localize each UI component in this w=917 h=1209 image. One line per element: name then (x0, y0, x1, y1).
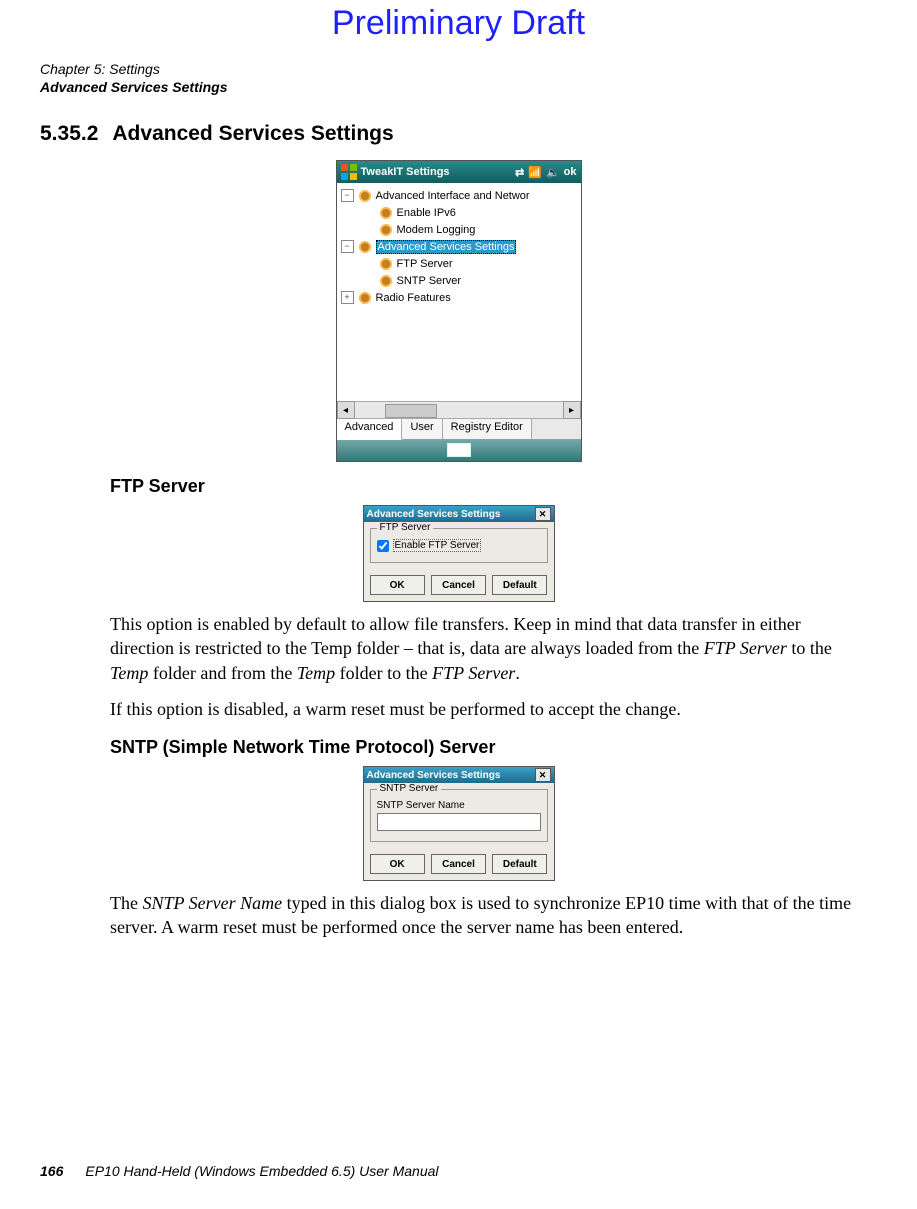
enable-ftp-label: Enable FTP Server (393, 539, 482, 552)
section-number: 5.35.2 (40, 122, 112, 145)
page-footer: 166EP10 Hand-Held (Windows Embedded 6.5)… (40, 1163, 439, 1179)
ftp-paragraph-1: This option is enabled by default to all… (0, 606, 917, 691)
chapter-line-1: Chapter 5: Settings (40, 61, 917, 79)
ftp-dialog: Advanced Services Settings ✕ FTP Server … (363, 505, 555, 602)
ftp-paragraph-2: If this option is disabled, a warm reset… (0, 691, 917, 727)
enable-ftp-checkbox[interactable] (377, 540, 389, 552)
volume-icon: 🔈 (546, 166, 560, 179)
sntp-fieldset: SNTP Server SNTP Server Name (370, 789, 548, 842)
tweakit-title-text: TweakIT Settings (361, 166, 450, 178)
sntp-field-label: SNTP Server Name (377, 800, 541, 811)
sntp-server-name-input[interactable] (377, 813, 541, 831)
ok-button[interactable]: ok (564, 166, 577, 178)
gear-icon (358, 189, 372, 203)
sntp-dialog: Advanced Services Settings ✕ SNTP Server… (363, 766, 555, 881)
windows-logo-icon (341, 164, 357, 180)
ftp-fieldset: FTP Server Enable FTP Server (370, 528, 548, 563)
preliminary-draft-watermark: Preliminary Draft (0, 0, 917, 43)
section-heading: 5.35.2Advanced Services Settings (0, 96, 917, 152)
tweakit-titlebar: TweakIT Settings ⇄ 📶 🔈 ok (337, 161, 581, 183)
default-button[interactable]: Default (492, 575, 547, 595)
sntp-heading: SNTP (Simple Network Time Protocol) Serv… (0, 727, 917, 762)
horizontal-scrollbar[interactable]: ◂ ▸ (337, 401, 581, 418)
cancel-button[interactable]: Cancel (431, 575, 486, 595)
gear-icon (379, 257, 393, 271)
tab-strip: Advanced User Registry Editor (337, 418, 581, 439)
sntp-paragraph: The SNTP Server Name typed in this dialo… (0, 885, 917, 946)
tree-item-adv-interface[interactable]: − Advanced Interface and Networ (339, 187, 579, 204)
sip-bar[interactable] (337, 439, 581, 461)
expand-icon[interactable]: + (341, 291, 354, 304)
signal-icon: ⇄ (515, 166, 524, 179)
gear-icon (358, 291, 372, 305)
scroll-right-button[interactable]: ▸ (563, 401, 581, 419)
ftp-heading: FTP Server (0, 466, 917, 501)
tree-item-adv-services[interactable]: − Advanced Services Settings (339, 238, 579, 255)
keyboard-icon[interactable] (447, 443, 471, 457)
tree-view[interactable]: − Advanced Interface and Networ Enable I… (337, 183, 581, 401)
page-number: 166 (40, 1163, 85, 1179)
gear-icon (379, 223, 393, 237)
tree-item-radio[interactable]: + Radio Features (339, 289, 579, 306)
ftp-dialog-title-text: Advanced Services Settings (367, 509, 501, 520)
scroll-thumb[interactable] (385, 404, 437, 418)
collapse-icon[interactable]: − (341, 189, 354, 202)
manual-title: EP10 Hand-Held (Windows Embedded 6.5) Us… (85, 1163, 438, 1179)
sntp-legend: SNTP Server (377, 783, 442, 794)
tree-item-ftp[interactable]: FTP Server (339, 255, 579, 272)
cancel-button[interactable]: Cancel (431, 854, 486, 874)
gear-icon (379, 274, 393, 288)
ok-button[interactable]: OK (370, 854, 425, 874)
collapse-icon[interactable]: − (341, 240, 354, 253)
ok-button[interactable]: OK (370, 575, 425, 595)
scroll-track[interactable] (355, 403, 563, 417)
network-icon: 📶 (528, 166, 542, 179)
tree-item-sntp[interactable]: SNTP Server (339, 272, 579, 289)
ftp-legend: FTP Server (377, 522, 434, 533)
ftp-dialog-titlebar: Advanced Services Settings ✕ (364, 506, 554, 522)
gear-icon (379, 206, 393, 220)
tree-item-modem-logging[interactable]: Modem Logging (339, 221, 579, 238)
tab-registry[interactable]: Registry Editor (443, 419, 532, 439)
close-icon[interactable]: ✕ (535, 768, 551, 782)
default-button[interactable]: Default (492, 854, 547, 874)
chapter-line-2: Advanced Services Settings (40, 79, 917, 97)
sntp-dialog-title-text: Advanced Services Settings (367, 770, 501, 781)
tab-advanced[interactable]: Advanced (337, 419, 403, 440)
scroll-left-button[interactable]: ◂ (337, 401, 355, 419)
tweakit-window: TweakIT Settings ⇄ 📶 🔈 ok − Advanced Int… (336, 160, 582, 462)
tab-user[interactable]: User (402, 419, 442, 439)
section-title-text: Advanced Services Settings (112, 122, 393, 145)
close-icon[interactable]: ✕ (535, 507, 551, 521)
sntp-dialog-titlebar: Advanced Services Settings ✕ (364, 767, 554, 783)
tree-item-ipv6[interactable]: Enable IPv6 (339, 204, 579, 221)
gear-icon (358, 240, 372, 254)
